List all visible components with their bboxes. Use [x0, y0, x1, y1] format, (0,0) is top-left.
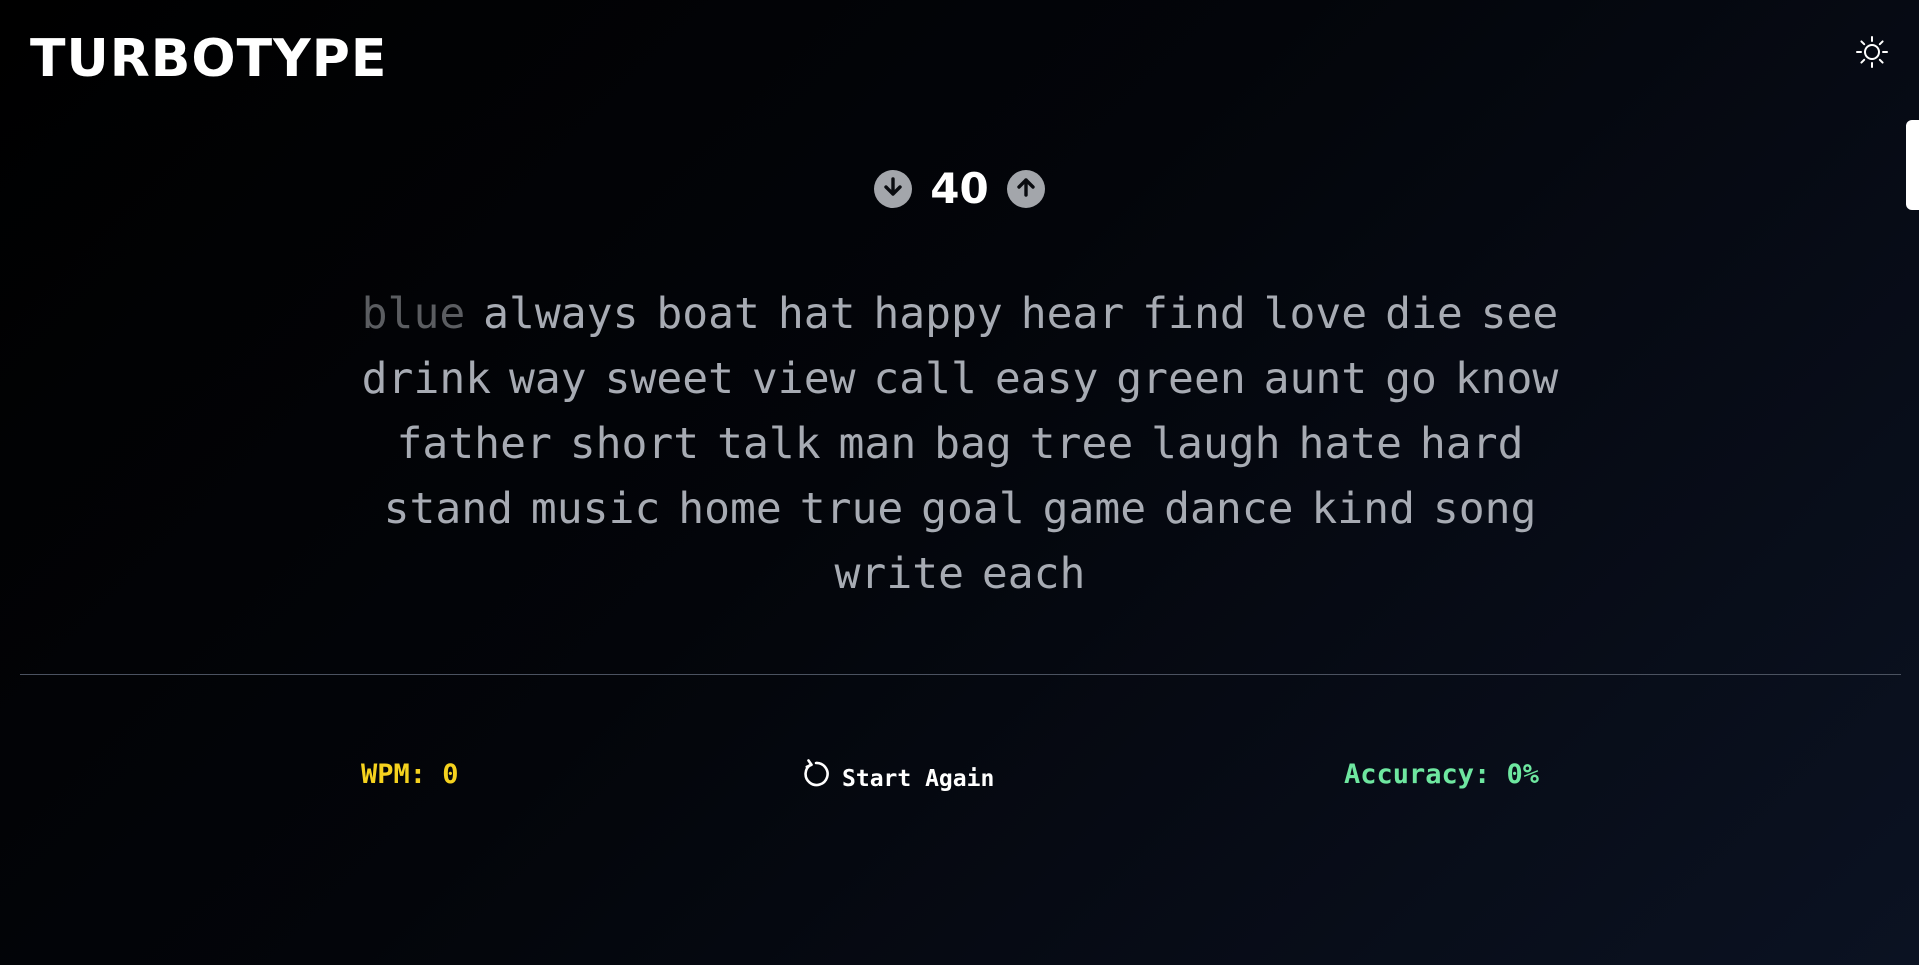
arrow-down-circle-icon [881, 175, 905, 203]
start-again-button[interactable]: Start Again [800, 758, 994, 800]
word-count-selector: 40 [0, 164, 1919, 213]
word: blue [361, 289, 466, 339]
word: easy [994, 354, 1099, 404]
word: hard [1419, 419, 1524, 469]
sun-icon [1855, 35, 1889, 73]
word: song [1432, 484, 1537, 534]
word: know [1454, 354, 1559, 404]
word: view [751, 354, 856, 404]
word: dance [1164, 484, 1294, 534]
accuracy-stat: Accuracy: 0% [1344, 759, 1540, 790]
word: stand [383, 484, 514, 534]
word: laugh [1151, 419, 1281, 469]
word: true [799, 484, 904, 534]
word: love [1263, 289, 1368, 339]
word: kind [1311, 484, 1415, 534]
word: call [873, 354, 977, 404]
divider [20, 674, 1901, 675]
word-count-value: 40 [930, 164, 989, 213]
word: short [569, 419, 700, 469]
refresh-icon [800, 758, 832, 800]
word: hear [1020, 289, 1125, 339]
word: goal [921, 484, 1025, 534]
app-logo: TURBOTYPE [30, 29, 388, 89]
word: aunt [1263, 354, 1368, 404]
word: home [678, 484, 782, 534]
word: hat [777, 289, 856, 339]
word: go [1385, 354, 1437, 404]
theme-toggle-button[interactable] [1852, 34, 1892, 74]
word: tree [1029, 419, 1134, 469]
word: write [834, 549, 964, 599]
word: father [396, 419, 552, 469]
word: always [483, 289, 639, 339]
word: green [1116, 354, 1246, 404]
word: talk [717, 419, 821, 469]
increase-word-count-button[interactable] [1006, 169, 1045, 208]
word: game [1042, 484, 1147, 534]
typing-word-list[interactable]: blue always boat hat happy hear find lov… [330, 282, 1590, 607]
word: music [530, 484, 661, 534]
word: find [1142, 289, 1246, 339]
word: man [838, 419, 917, 469]
word: each [981, 549, 1086, 599]
word: happy [873, 289, 1003, 339]
word: way [509, 354, 587, 404]
start-again-label: Start Again [842, 766, 995, 792]
decrease-word-count-button[interactable] [874, 169, 913, 208]
word: bag [934, 419, 1012, 469]
word: sweet [604, 354, 735, 404]
wpm-stat: WPM: 0 [361, 759, 459, 790]
word: drink [361, 354, 492, 404]
word: boat [656, 289, 760, 339]
stats-bar: WPM: 0 Start Again Accuracy: 0% [0, 758, 1919, 792]
word: hate [1298, 419, 1403, 469]
word: see [1480, 289, 1559, 339]
word: die [1385, 289, 1463, 339]
arrow-up-circle-icon [1014, 175, 1038, 203]
